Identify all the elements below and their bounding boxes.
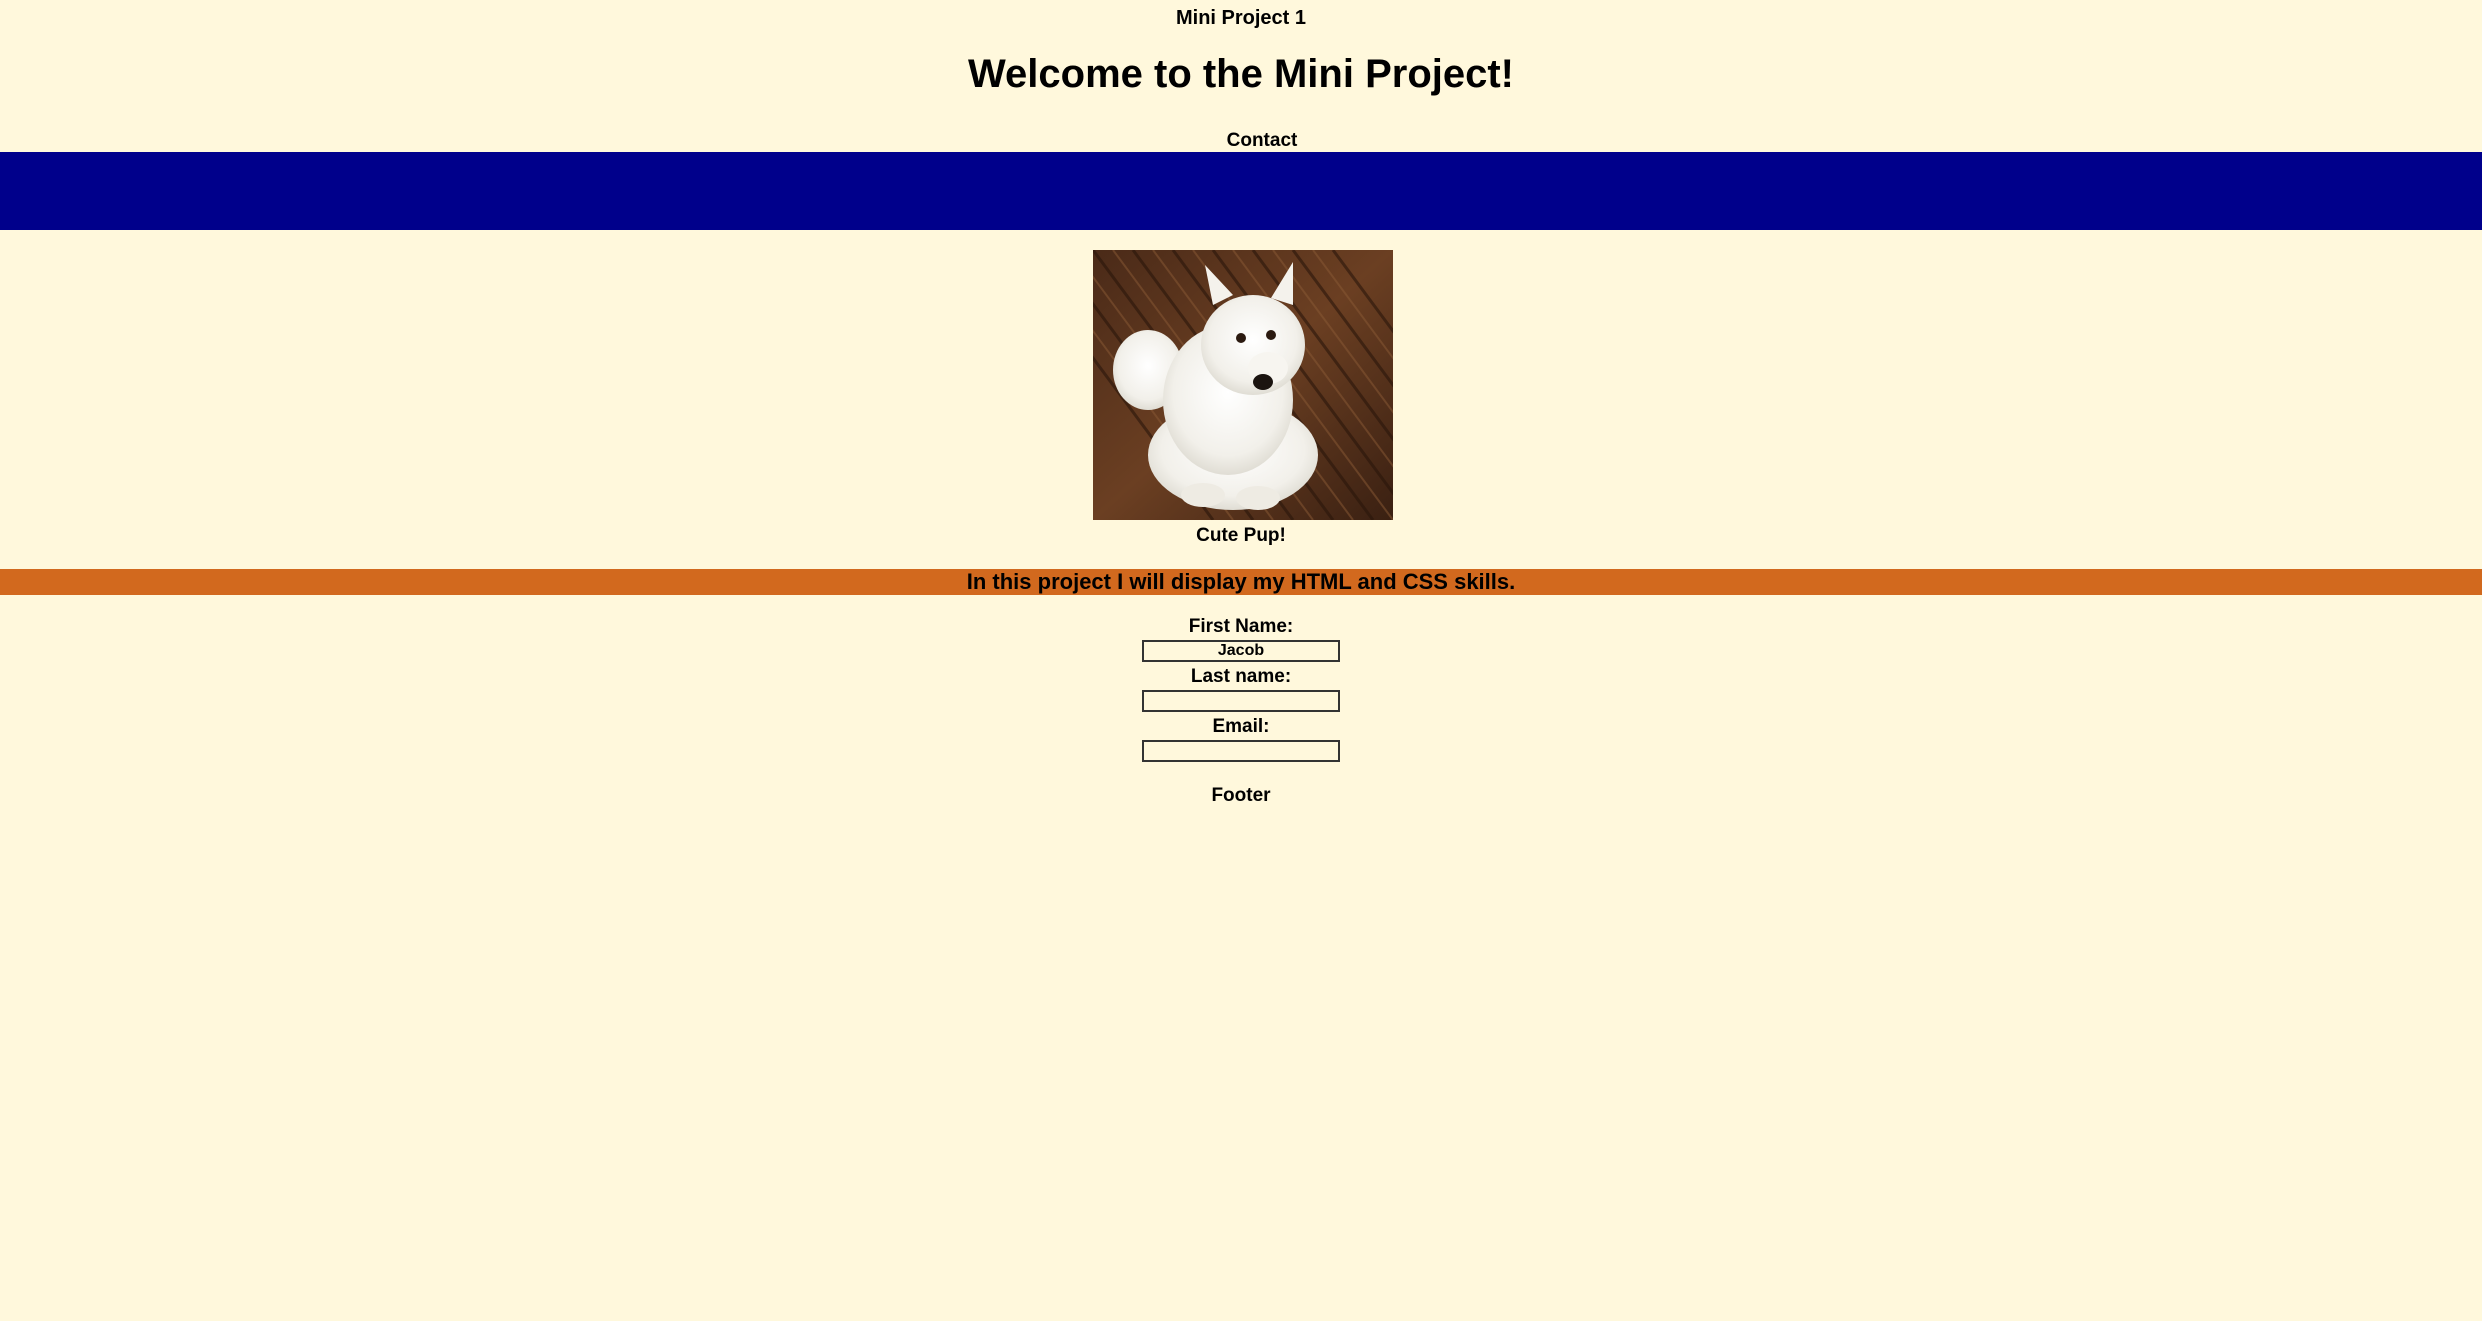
intro-banner: In this project I will display my HTML a… <box>0 569 2482 595</box>
last-name-label: Last name: <box>1190 666 1292 687</box>
page: Mini Project 1 Welcome to the Mini Proje… <box>0 0 2482 1321</box>
email-label: Email: <box>1212 716 1270 737</box>
main-heading: Welcome to the Mini Project! <box>968 52 1514 96</box>
first-name-input[interactable] <box>1142 640 1340 662</box>
last-name-input[interactable] <box>1142 690 1340 712</box>
contact-form: First Name: Last name: Email: <box>0 616 2482 766</box>
footer: Footer <box>1211 785 1271 806</box>
nav-bar <box>0 152 2482 230</box>
first-name-label: First Name: <box>1188 616 1294 637</box>
dog-image <box>1093 250 1393 520</box>
image-caption: Cute Pup! <box>1196 525 1286 546</box>
contact-link[interactable]: Contact <box>0 130 2482 152</box>
email-input[interactable] <box>1142 740 1340 762</box>
page-title: Mini Project 1 <box>1175 7 1307 29</box>
